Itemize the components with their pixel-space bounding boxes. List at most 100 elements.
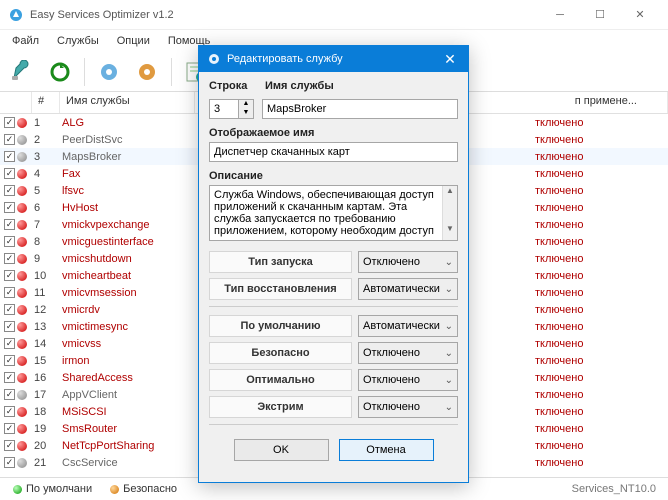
maximize-icon[interactable]: ☐	[580, 1, 620, 29]
checkbox-icon[interactable]	[4, 321, 15, 332]
checkbox-icon[interactable]	[4, 355, 15, 366]
row-num: 11	[32, 287, 60, 299]
status-dot-icon	[17, 322, 27, 332]
row-num: 5	[32, 185, 60, 197]
recovery-combo[interactable]: Автоматически	[358, 278, 458, 300]
close-icon[interactable]: ✕	[620, 1, 660, 29]
safe-combo[interactable]: Отключено	[358, 342, 458, 364]
row-num: 3	[32, 151, 60, 163]
minimize-icon[interactable]: ─	[540, 1, 580, 29]
checkbox-icon[interactable]	[4, 185, 15, 196]
menu-file[interactable]: Файл	[4, 33, 47, 49]
row-num: 14	[32, 338, 60, 350]
extreme-label: Экстрим	[209, 396, 352, 418]
col-name[interactable]: Имя службы	[60, 92, 195, 113]
ok-button[interactable]: OK	[234, 439, 329, 461]
checkbox-icon[interactable]	[4, 372, 15, 383]
row-num: 7	[32, 219, 60, 231]
service-name: vmicrdv	[60, 304, 195, 316]
tool-gear-orange-icon[interactable]	[131, 56, 163, 88]
tool-gear-blue-icon[interactable]	[93, 56, 125, 88]
spin-up-icon[interactable]: ▲	[239, 100, 253, 109]
row-spinner[interactable]: ▲▼	[209, 99, 254, 119]
status-dot-icon	[17, 305, 27, 315]
optimal-combo[interactable]: Отключено	[358, 369, 458, 391]
checkbox-icon[interactable]	[4, 457, 15, 468]
tool-wrench-icon[interactable]	[6, 56, 38, 88]
status-dot-icon	[17, 356, 27, 366]
extreme-combo[interactable]: Отключено	[358, 396, 458, 418]
service-name: ALG	[60, 117, 195, 129]
default-combo[interactable]: Автоматически	[358, 315, 458, 337]
service-name: vmictimesync	[60, 321, 195, 333]
tool-refresh-icon[interactable]	[44, 56, 76, 88]
dialog-title: Редактировать службу	[227, 53, 343, 65]
row-num: 20	[32, 440, 60, 452]
display-input[interactable]	[209, 142, 458, 162]
col-check[interactable]	[0, 92, 32, 113]
service-name: MSiSCSI	[60, 406, 195, 418]
menu-services[interactable]: Службы	[49, 33, 107, 49]
status-dot-icon	[17, 339, 27, 349]
dialog-titlebar[interactable]: Редактировать службу ✕	[199, 46, 468, 72]
checkbox-icon[interactable]	[4, 253, 15, 264]
scroll-down-icon: ▼	[443, 224, 457, 238]
tab-safe[interactable]: Безопасно	[101, 480, 186, 498]
checkbox-icon[interactable]	[4, 168, 15, 179]
service-name: CscService	[60, 457, 195, 469]
checkbox-icon[interactable]	[4, 151, 15, 162]
startup-label: Тип запуска	[209, 251, 352, 273]
dialog-close-icon[interactable]: ✕	[440, 51, 460, 68]
recovery-label: Тип восстановления	[209, 278, 352, 300]
status-dot-icon	[17, 186, 27, 196]
checkbox-icon[interactable]	[4, 423, 15, 434]
dot-green-icon	[13, 485, 22, 494]
display-label: Отображаемое имя	[209, 127, 458, 139]
row-num: 4	[32, 168, 60, 180]
scrollbar[interactable]: ▲▼	[442, 186, 457, 240]
status-dot-icon	[17, 271, 27, 281]
status-dot-icon	[17, 152, 27, 162]
status-dot-icon	[17, 407, 27, 417]
row-num: 17	[32, 389, 60, 401]
checkbox-icon[interactable]	[4, 236, 15, 247]
name-input[interactable]	[262, 99, 458, 119]
row-num: 8	[32, 236, 60, 248]
service-name: irmon	[60, 355, 195, 367]
checkbox-icon[interactable]	[4, 270, 15, 281]
status-dot-icon	[17, 237, 27, 247]
row-num: 18	[32, 406, 60, 418]
window-title: Easy Services Optimizer v1.2	[30, 9, 540, 21]
checkbox-icon[interactable]	[4, 287, 15, 298]
desc-label: Описание	[209, 170, 458, 182]
service-name: SharedAccess	[60, 372, 195, 384]
checkbox-icon[interactable]	[4, 440, 15, 451]
startup-combo[interactable]: Отключено	[358, 251, 458, 273]
checkbox-icon[interactable]	[4, 406, 15, 417]
row-input[interactable]	[209, 99, 239, 119]
cancel-button[interactable]: Отмена	[339, 439, 434, 461]
spin-down-icon[interactable]: ▼	[239, 109, 253, 118]
tab-default[interactable]: По умолчани	[4, 480, 101, 498]
edit-service-dialog: Редактировать службу ✕ Строка Имя службы…	[198, 45, 469, 483]
checkbox-icon[interactable]	[4, 117, 15, 128]
checkbox-icon[interactable]	[4, 389, 15, 400]
service-name: AppVClient	[60, 389, 195, 401]
app-icon	[8, 7, 24, 23]
service-name: PeerDistSvc	[60, 134, 195, 146]
checkbox-icon[interactable]	[4, 134, 15, 145]
desc-textarea[interactable]: Служба Windows, обеспечивающая доступ пр…	[209, 185, 458, 241]
row-num: 9	[32, 253, 60, 265]
checkbox-icon[interactable]	[4, 338, 15, 349]
service-name: SmsRouter	[60, 423, 195, 435]
col-num[interactable]: #	[32, 92, 60, 113]
name-label: Имя службы	[265, 80, 458, 92]
checkbox-icon[interactable]	[4, 202, 15, 213]
checkbox-icon[interactable]	[4, 304, 15, 315]
checkbox-icon[interactable]	[4, 219, 15, 230]
status-dot-icon	[17, 288, 27, 298]
gear-icon	[207, 52, 221, 66]
menu-options[interactable]: Опции	[109, 33, 158, 49]
row-num: 2	[32, 134, 60, 146]
status-dot-icon	[17, 373, 27, 383]
